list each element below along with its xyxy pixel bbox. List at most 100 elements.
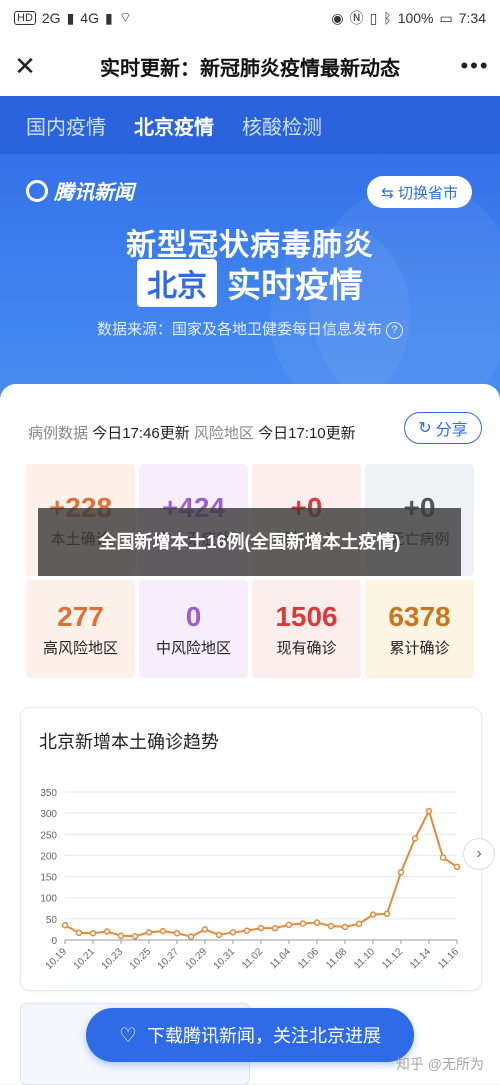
tab-domestic[interactable]: 国内疫情 xyxy=(26,111,106,140)
data-point xyxy=(145,929,153,936)
share-button[interactable]: ↻ 分享 xyxy=(404,412,482,444)
data-point xyxy=(285,921,293,929)
stat-value: 277 xyxy=(57,600,104,632)
stat-value: 0 xyxy=(185,600,202,632)
stat-cell-bottom-3: 6378 累计确诊 xyxy=(365,580,474,678)
wifi-icon: ⌔ xyxy=(118,9,132,25)
x-tick-label: 11.04 xyxy=(268,946,293,971)
x-tick-label: 10.31 xyxy=(212,946,238,972)
trend-chart-card: 北京新增本土确诊趋势 0 50 100 150 200 250 300 350 10.19 10.… xyxy=(20,707,495,991)
trend-chart: 05010015020025030035010.19 10.21 10.23 10.2… xyxy=(40,788,461,972)
hero-subtitle: 北京 实时疫情 xyxy=(0,258,500,307)
data-point xyxy=(299,920,307,927)
tab-nucleic-test[interactable]: 核酸检测 xyxy=(242,111,322,140)
signal-icon: ▮ xyxy=(66,9,75,26)
y-tick-label: 300 xyxy=(40,809,57,820)
stat-cell-bottom-0: 277 高风险地区 xyxy=(26,580,135,678)
clock: 7:34 xyxy=(458,10,486,26)
x-tick-label: 10.23 xyxy=(100,946,126,972)
vibrate-icon: ▯ xyxy=(369,9,378,26)
stat-label: 高风险地区 xyxy=(42,639,118,657)
x-tick-label: 10.27 xyxy=(156,946,182,972)
x-tick-label: 10.25 xyxy=(128,946,154,972)
data-point xyxy=(61,921,69,929)
risk-update-time: 今日17:10更新 xyxy=(258,425,356,442)
y-tick-label: 200 xyxy=(40,851,57,862)
tab-beijing[interactable]: 北京疫情 xyxy=(134,111,214,140)
data-point xyxy=(229,929,237,936)
realtime-title: 实时疫情 xyxy=(227,267,363,305)
data-point xyxy=(411,835,419,842)
stat-value: 1506 xyxy=(275,600,338,632)
stat-label: 中风险地区 xyxy=(155,639,231,657)
data-point xyxy=(173,929,181,937)
heart-icon: ♡ xyxy=(119,1024,137,1047)
stat-value: 6378 xyxy=(388,600,451,632)
tab-bar: 国内疫情 北京疫情 核酸检测 xyxy=(0,96,500,154)
data-source-text: 数据来源：国家及各地卫健委每日信息发布 xyxy=(96,321,382,338)
signal-4g: 4G xyxy=(80,10,99,26)
chevron-right-icon[interactable]: › xyxy=(463,838,495,870)
title-bar: ✕ 实时更新：新冠肺炎疫情最新动态 ••• xyxy=(0,36,500,96)
switch-province-button[interactable]: ⇆ 切换省市 xyxy=(367,176,472,208)
y-tick-label: 100 xyxy=(40,894,57,905)
data-point xyxy=(201,926,209,933)
share-icon: ↻ xyxy=(418,420,432,437)
battery-level: 100% xyxy=(397,10,434,26)
data-point xyxy=(313,919,321,926)
data-point xyxy=(397,869,405,876)
x-tick-label: 11.10 xyxy=(352,946,377,971)
y-tick-label: 150 xyxy=(40,873,57,884)
x-tick-label: 11.06 xyxy=(296,946,321,971)
y-tick-label: 0 xyxy=(51,936,57,947)
x-tick-label: 11.12 xyxy=(380,946,405,971)
signal-2g: 2G xyxy=(41,10,61,26)
x-tick-label: 11.02 xyxy=(240,946,265,971)
eye-icon: ◉ xyxy=(331,9,344,26)
data-point xyxy=(453,863,461,871)
data-source: 数据来源：国家及各地卫健委每日信息发布? xyxy=(0,318,500,339)
hd-indicator: HD xyxy=(14,11,36,25)
x-tick-label: 11.16 xyxy=(436,946,461,971)
nfc-icon: Ⓝ xyxy=(349,10,364,26)
data-point xyxy=(383,910,391,918)
x-tick-label: 11.14 xyxy=(408,946,433,971)
case-update-time: 今日17:46更新 xyxy=(92,425,190,442)
stat-label: 累计确诊 xyxy=(389,639,450,657)
x-tick-label: 10.29 xyxy=(184,946,210,972)
data-point xyxy=(103,928,111,935)
data-point xyxy=(117,932,125,940)
status-right: ◉ Ⓝ ▯ ᛒ 100% ▭ 7:34 xyxy=(331,8,486,28)
y-tick-label: 50 xyxy=(46,915,58,926)
data-point xyxy=(271,924,279,932)
data-point xyxy=(355,920,363,928)
data-point xyxy=(439,854,447,861)
status-bar: HD 2G ▮ 4G ▮ ⌔ ◉ Ⓝ ▯ ᛒ 100% ▭ 7:34 xyxy=(0,0,500,36)
case-data-label: 病例数据 xyxy=(28,425,89,442)
data-point xyxy=(369,911,377,918)
x-tick-label: 10.21 xyxy=(72,946,98,972)
tencent-logo-icon xyxy=(26,179,48,202)
status-left: HD 2G ▮ 4G ▮ ⌔ xyxy=(14,9,132,27)
download-app-button[interactable]: ♡ 下载腾讯新闻，关注北京进展 xyxy=(86,1008,414,1062)
download-label: 下载腾讯新闻，关注北京进展 xyxy=(146,1026,381,1046)
x-tick-label: 11.08 xyxy=(324,946,349,971)
more-icon[interactable]: ••• xyxy=(450,53,500,79)
city-badge: 北京 xyxy=(137,258,217,307)
close-icon[interactable]: ✕ xyxy=(0,51,50,82)
logo-text: 腾讯新闻 xyxy=(54,182,134,204)
page-title: 实时更新：新冠肺炎疫情最新动态 xyxy=(100,57,400,80)
data-point xyxy=(327,922,335,930)
data-point xyxy=(341,923,349,931)
data-point xyxy=(89,929,97,937)
signal-icon-2: ▮ xyxy=(104,9,113,26)
data-point xyxy=(187,933,195,940)
data-point xyxy=(243,927,251,934)
help-icon[interactable]: ? xyxy=(386,321,403,339)
y-tick-label: 350 xyxy=(40,788,57,799)
tencent-news-logo: 腾讯新闻 xyxy=(26,176,134,205)
stat-cell-bottom-1: 0 中风险地区 xyxy=(139,580,248,678)
data-point xyxy=(159,927,167,935)
data-point xyxy=(425,807,433,815)
data-point xyxy=(131,932,139,940)
